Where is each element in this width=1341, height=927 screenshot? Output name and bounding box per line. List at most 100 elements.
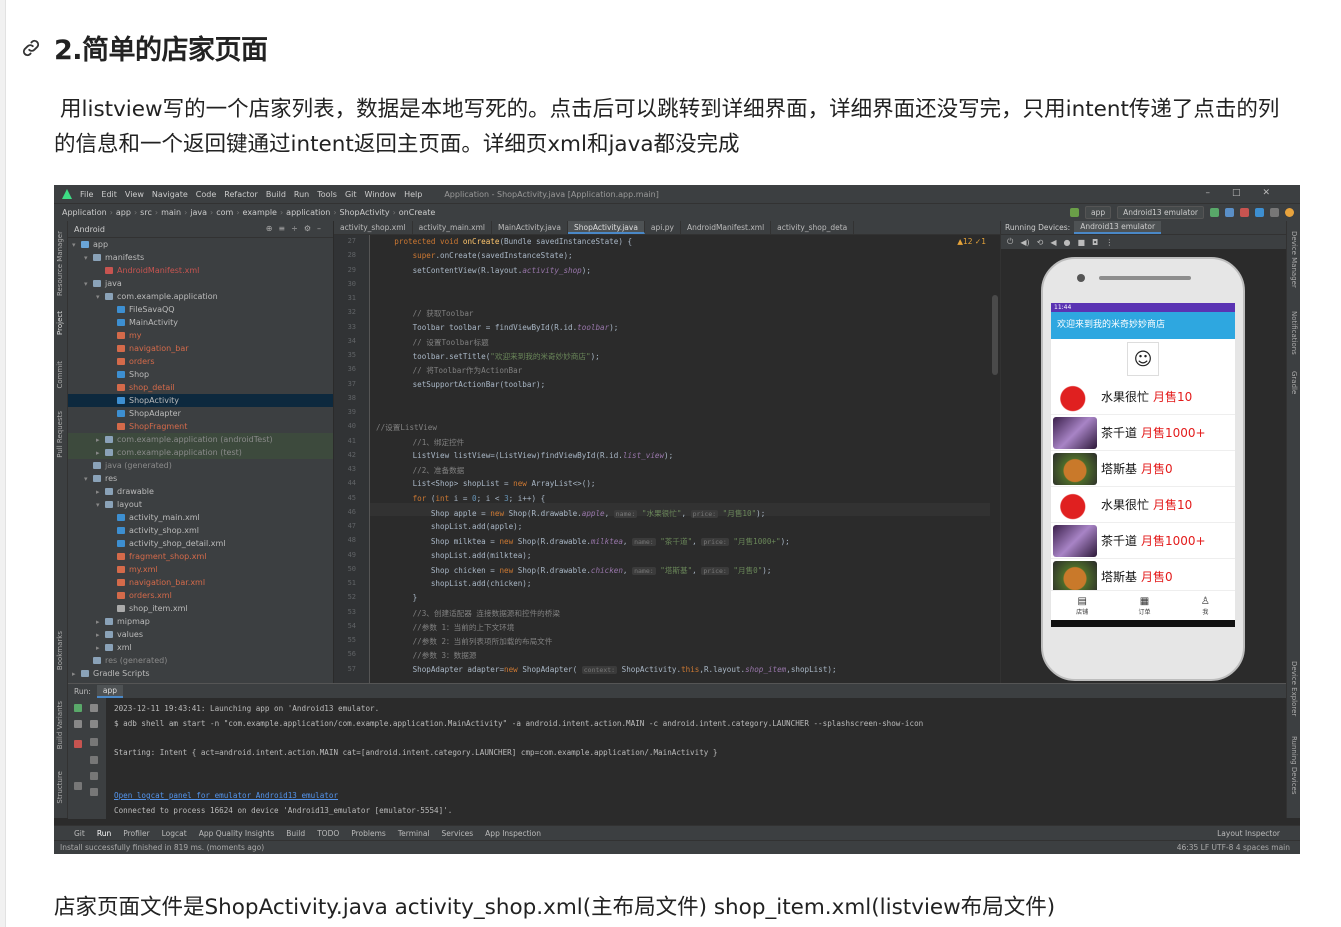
pin-icon[interactable]: [74, 782, 82, 790]
tree-item[interactable]: ▸ values: [68, 628, 333, 641]
tool-window-services[interactable]: Services: [442, 829, 474, 838]
shop-list-item[interactable]: 塔斯基 月售0: [1051, 451, 1235, 487]
home-icon[interactable]: ●: [1063, 238, 1070, 247]
tree-item[interactable]: my: [68, 329, 333, 342]
resource-manager-tab[interactable]: Resource Manager: [56, 231, 64, 296]
layout-inspector-button[interactable]: Layout Inspector: [1217, 829, 1280, 838]
device-explorer-tab[interactable]: Device Explorer: [1290, 661, 1298, 716]
tree-item[interactable]: FileSavaQQ: [68, 303, 333, 316]
code-area[interactable]: 27 protected void onCreate(Bundle savedI…: [334, 235, 1000, 683]
back-icon[interactable]: ◀: [1050, 238, 1056, 247]
tree-item[interactable]: activity_main.xml: [68, 511, 333, 524]
editor-scrollbar[interactable]: [992, 295, 998, 375]
expand-arrow-icon[interactable]: ▸: [96, 631, 105, 639]
power-icon[interactable]: ⏻: [1007, 237, 1013, 247]
shop-list-item[interactable]: 水果很忙 月售10: [1051, 379, 1235, 415]
build-variants-tab[interactable]: Build Variants: [56, 701, 64, 749]
link-icon[interactable]: [20, 37, 42, 59]
tool-window-app-quality-insights[interactable]: App Quality Insights: [199, 829, 275, 838]
expand-arrow-icon[interactable]: ▸: [72, 670, 81, 678]
volume-up-icon[interactable]: ◀): [1020, 238, 1029, 247]
breadcrumb-item[interactable]: java: [190, 208, 207, 217]
expand-arrow-icon[interactable]: ▾: [96, 293, 105, 301]
tree-item[interactable]: ▸ com.example.application (test): [68, 446, 333, 459]
editor-tab[interactable]: MainActivity.java: [492, 221, 568, 234]
expand-arrow-icon[interactable]: ▾: [84, 254, 93, 262]
git-icon[interactable]: [1255, 208, 1264, 217]
menu-window[interactable]: Window: [365, 190, 397, 199]
settings-icon[interactable]: [1285, 208, 1294, 217]
tool-window-profiler[interactable]: Profiler: [123, 829, 149, 838]
tree-item[interactable]: ▸ drawable: [68, 485, 333, 498]
breadcrumb-item[interactable]: ShopActivity: [340, 208, 390, 217]
rerun-icon[interactable]: [74, 704, 82, 712]
emulator-tab[interactable]: Android13 emulator: [1074, 221, 1162, 234]
commit-tab[interactable]: Commit: [56, 361, 64, 389]
gradle-tab[interactable]: Gradle: [1290, 371, 1298, 394]
bottom-nav-item[interactable]: ▤ 店铺: [1076, 596, 1088, 616]
logcat-link[interactable]: Open logcat panel for emulator Android13…: [114, 791, 338, 800]
breadcrumb-item[interactable]: main: [161, 208, 181, 217]
tree-item[interactable]: orders: [68, 355, 333, 368]
expand-arrow-icon[interactable]: ▸: [96, 436, 105, 444]
device-select[interactable]: Android13 emulator: [1117, 206, 1204, 219]
menu-git[interactable]: Git: [345, 190, 357, 199]
breadcrumb-item[interactable]: onCreate: [399, 208, 436, 217]
trash-icon[interactable]: [90, 788, 98, 796]
shop-list-item[interactable]: 水果很忙 月售10: [1051, 487, 1235, 523]
tree-item[interactable]: orders.xml: [68, 589, 333, 602]
expand-arrow-icon[interactable]: ▸: [96, 618, 105, 626]
menu-refactor[interactable]: Refactor: [224, 190, 258, 199]
tree-item[interactable]: MainActivity: [68, 316, 333, 329]
tree-item[interactable]: ▾ res: [68, 472, 333, 485]
editor-tab[interactable]: ShopActivity.java: [567, 221, 645, 234]
menu-edit[interactable]: Edit: [101, 190, 117, 199]
menu-code[interactable]: Code: [196, 190, 216, 199]
expand-arrow-icon[interactable]: ▸: [96, 644, 105, 652]
tree-item[interactable]: fragment_shop.xml: [68, 550, 333, 563]
tree-item[interactable]: ▸ com.example.application (androidTest): [68, 433, 333, 446]
run-icon[interactable]: [1210, 208, 1219, 217]
expand-arrow-icon[interactable]: ▸: [96, 488, 105, 496]
tree-item[interactable]: shop_detail: [68, 381, 333, 394]
print-icon[interactable]: [90, 772, 98, 780]
up-icon[interactable]: [90, 704, 98, 712]
project-panel-tools[interactable]: ⊕≡÷⚙–: [266, 224, 327, 233]
menu-file[interactable]: File: [80, 190, 93, 199]
phone-screen[interactable]: 11:44 欢迎来到我的米奇妙妙商店 ☺ 水果很忙 月售10 茶千道 月售1000+ 塔…: [1051, 303, 1235, 627]
pull-requests-tab[interactable]: Pull Requests: [56, 411, 64, 458]
soft-wrap-icon[interactable]: [90, 738, 98, 746]
tool-window-run[interactable]: Run: [97, 829, 111, 838]
restart-icon[interactable]: [74, 720, 82, 728]
run-config-select[interactable]: app: [1084, 206, 1112, 219]
tree-item[interactable]: ▸ Gradle Scripts: [68, 667, 333, 680]
tool-window-problems[interactable]: Problems: [351, 829, 386, 838]
device-manager-tab[interactable]: Device Manager: [1290, 231, 1298, 288]
shop-list-item[interactable]: 茶千道 月售1000+: [1051, 415, 1235, 451]
down-icon[interactable]: [90, 720, 98, 728]
tree-item[interactable]: Shop: [68, 368, 333, 381]
tree-item[interactable]: ▾ app: [68, 238, 333, 251]
notifications-tab[interactable]: Notifications: [1290, 311, 1298, 355]
running-devices-tab[interactable]: Running Devices: [1290, 736, 1298, 795]
tool-window-git[interactable]: Git: [74, 829, 85, 838]
tool-window-terminal[interactable]: Terminal: [398, 829, 430, 838]
tree-item[interactable]: my.xml: [68, 563, 333, 576]
stop-run-icon[interactable]: [74, 740, 82, 748]
menu-help[interactable]: Help: [404, 190, 422, 199]
tree-item[interactable]: ShopAdapter: [68, 407, 333, 420]
menu-navigate[interactable]: Navigate: [152, 190, 188, 199]
hammer-icon[interactable]: [1069, 208, 1079, 217]
expand-arrow-icon[interactable]: ▾: [72, 241, 81, 249]
tool-window-logcat[interactable]: Logcat: [162, 829, 187, 838]
shop-list-item[interactable]: 茶千道 月售1000+: [1051, 523, 1235, 559]
bottom-nav-item[interactable]: ♙ 我: [1201, 596, 1210, 616]
android-view-select[interactable]: Android: [74, 225, 105, 234]
tree-item[interactable]: ▾ java: [68, 277, 333, 290]
tree-item[interactable]: activity_shop.xml: [68, 524, 333, 537]
expand-arrow-icon[interactable]: ▾: [84, 280, 93, 288]
menu-run[interactable]: Run: [294, 190, 309, 199]
menu-tools[interactable]: Tools: [317, 190, 337, 199]
tree-item[interactable]: navigation_bar.xml: [68, 576, 333, 589]
tree-item[interactable]: shop_item.xml: [68, 602, 333, 615]
